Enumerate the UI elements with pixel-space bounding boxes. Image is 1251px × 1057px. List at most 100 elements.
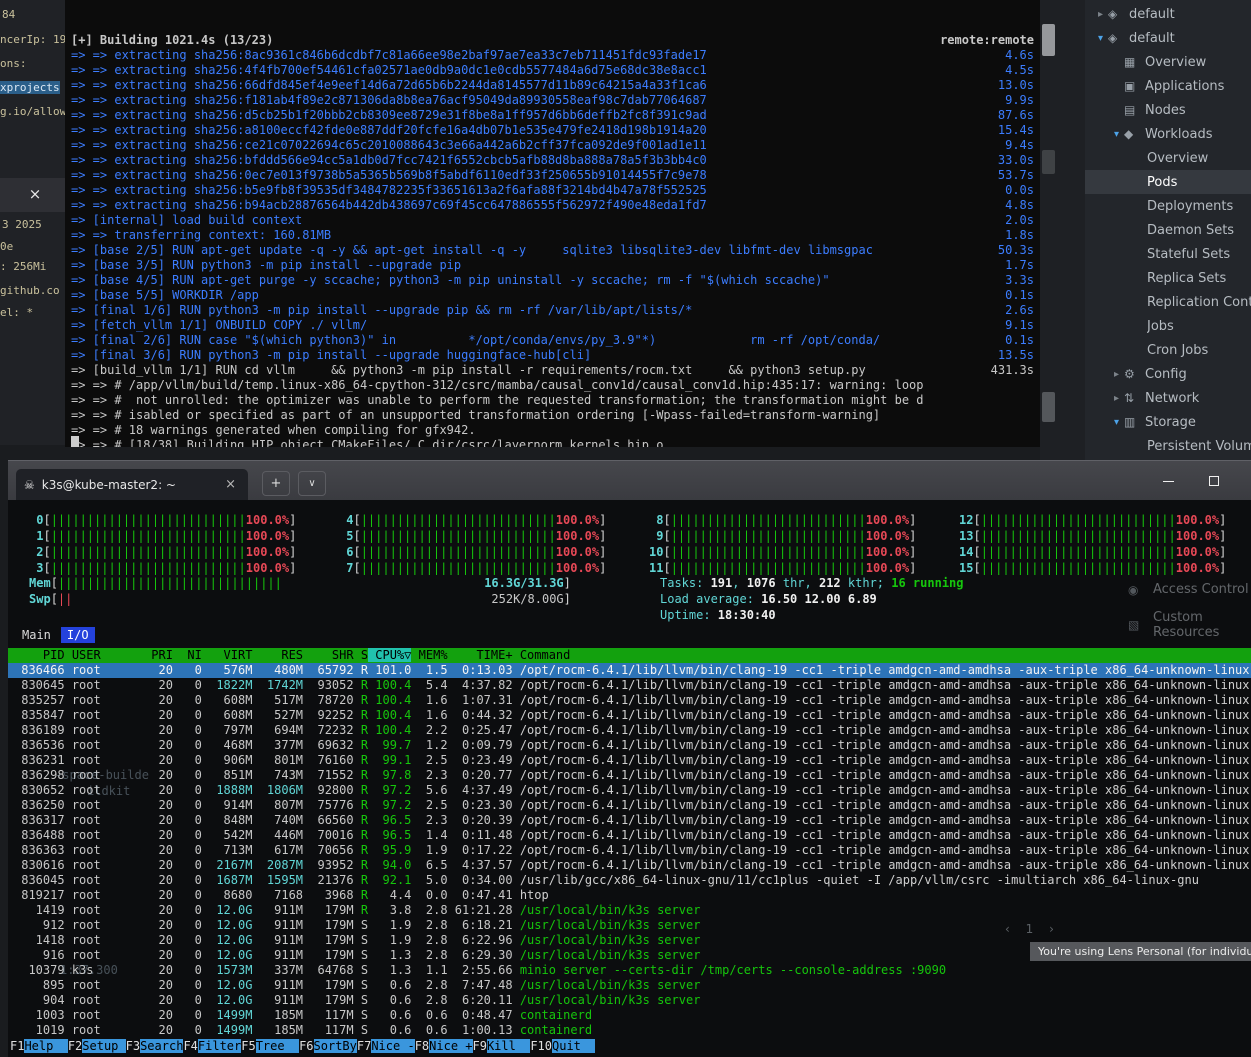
fn-key[interactable]: F8 [415,1039,429,1053]
terminal-tab[interactable]: ☠ k3s@kube-master2: ~ × [16,469,248,500]
chevron-right-icon[interactable]: ▸ [1109,393,1124,404]
fn-label[interactable]: Nice - [371,1039,415,1053]
cpu-meter-0: 0[|||||||||||||||||||||||||||100.0%] [29,513,297,527]
fn-key[interactable]: F6 [299,1039,313,1053]
fn-key[interactable]: F5 [241,1039,255,1053]
fn-key[interactable]: F1 [10,1039,24,1053]
docker-build-terminal[interactable]: [+] Building 1021.4s (13/23) remote:remot… [65,0,1040,447]
terminal-titlebar[interactable]: ☠ k3s@kube-master2: ~ × + ∨ [8,460,1251,500]
maximize-button[interactable] [1197,469,1231,493]
build-log-line: => => # /app/vllm/build/temp.linux-x86_6… [71,378,924,392]
chevron-down-icon[interactable]: ▾ [1093,33,1108,44]
sidebar-item-label: Config [1145,366,1187,382]
process-row[interactable]: 10379 k3s 20 0 1573M 337M 64768 S 1.3 1.… [8,963,1251,978]
sidebar-item-deployments[interactable]: Deployments [1085,194,1251,218]
sidebar-item-pods[interactable]: Pods [1085,170,1251,194]
sidebar-item-label: Cron Jobs [1147,342,1209,358]
sidebar-item-applications[interactable]: ▣ Applications [1085,74,1251,98]
sidebar-item-jobs[interactable]: Jobs [1085,314,1251,338]
fn-key[interactable]: F10 [530,1039,552,1053]
fn-label[interactable]: Filter [197,1039,242,1053]
close-icon[interactable]: × [22,181,48,207]
fn-label[interactable]: Nice + [429,1039,473,1053]
cpu-meter-7: 7[|||||||||||||||||||||||||||100.0%] [339,561,607,575]
process-row[interactable]: 904 root 20 0 12.0G 911M 179M S 0.6 2.8 … [8,993,1251,1008]
process-table-header[interactable]: PID USER PRI NI VIRT RES SHR S CPU%▽ MEM… [8,648,1251,663]
sidebar-item-config[interactable]: ▸ ⚙ Config [1085,362,1251,386]
sidebar-item-default[interactable]: ▸ ◈ default [1085,2,1251,26]
new-tab-button[interactable]: + [262,471,290,496]
fn-label[interactable]: Setup [82,1039,126,1053]
process-row[interactable]: 836298 root 20 0 851M 743M 71552 R 97.8 … [8,768,1251,783]
sidebar-item-label: Replica Sets [1147,270,1227,286]
cpu-meter-13: 13[|||||||||||||||||||||||||||100.0%] [959,529,1227,543]
process-row[interactable]: 836317 root 20 0 848M 740M 66560 R 96.5 … [8,813,1251,828]
process-row[interactable]: 835257 root 20 0 608M 517M 78720 R 100.4… [8,693,1251,708]
process-row[interactable]: 1419 root 20 0 12.0G 911M 179M R 3.8 2.8… [8,903,1251,918]
process-row[interactable]: 830645 root 20 0 1822M 1742M 93052 R 100… [8,678,1251,693]
swap-meter: Swp[|| 252K/8.00G] [29,592,571,606]
sort-column-header[interactable]: CPU%▽ [368,648,412,662]
process-table: 836466 root 20 0 576M 480M 65792 R 101.0… [8,663,1251,1038]
fn-label[interactable]: Quit [552,1039,596,1053]
fn-label[interactable]: Search [140,1039,184,1053]
process-row[interactable]: 830652 root 20 0 1888M 1806M 92800 R 97.… [8,783,1251,798]
process-row[interactable]: 835847 root 20 0 608M 527M 92252 R 100.4… [8,708,1251,723]
process-row[interactable]: 895 root 20 0 12.0G 911M 179M S 0.6 2.8 … [8,978,1251,993]
minimize-button[interactable] [1151,469,1185,493]
sidebar-item-default[interactable]: ▾ ◈ default [1085,26,1251,50]
chevron-right-icon[interactable]: ▸ [1093,9,1108,20]
fn-key[interactable]: F9 [473,1039,487,1053]
process-row[interactable]: 836466 root 20 0 576M 480M 65792 R 101.0… [8,663,1251,678]
build-log-line: => => # isabled or specified as part of … [71,408,881,422]
fn-key[interactable]: F2 [68,1039,82,1053]
process-row[interactable]: 836189 root 20 0 797M 694M 72232 R 100.4… [8,723,1251,738]
process-row[interactable]: 836250 root 20 0 914M 807M 75776 R 97.2 … [8,798,1251,813]
sidebar-item-workloads[interactable]: ▾ ◆ Workloads [1085,122,1251,146]
sidebar-item-overview[interactable]: Overview [1085,146,1251,170]
process-row[interactable]: 836536 root 20 0 468M 377M 69632 R 99.7 … [8,738,1251,753]
sidebar-item-storage[interactable]: ▾ ▥ Storage [1085,410,1251,434]
scrollbar-thumb[interactable] [1042,24,1055,56]
process-row[interactable]: 1003 root 20 0 1499M 185M 117M S 0.6 0.6… [8,1008,1251,1023]
sidebar-item-overview[interactable]: ▦ Overview [1085,50,1251,74]
sidebar-item-cron-jobs[interactable]: Cron Jobs [1085,338,1251,362]
chevron-right-icon[interactable]: ▸ [1109,369,1124,380]
fn-key[interactable]: F3 [126,1039,140,1053]
background-text-fragment: 0e [0,240,14,253]
fn-label[interactable]: Kill [486,1039,531,1053]
process-row[interactable]: 836488 root 20 0 542M 446M 70016 R 96.5 … [8,828,1251,843]
htop-tab-main[interactable]: Main [16,627,57,643]
fn-key[interactable]: F4 [183,1039,197,1053]
build-log-line: => => extracting sha256:4f4fb700ef54461c… [71,63,1034,77]
fn-key[interactable]: F7 [357,1039,371,1053]
config-icon: ⚙ [1124,367,1135,381]
sidebar-item-persistent-volumes[interactable]: Persistent Volumes [1085,434,1251,458]
htop-tab-i-o[interactable]: I/O [60,627,95,643]
background-text-fragment: ncerIp: 19 [0,33,65,46]
sidebar-item-replication-controllers[interactable]: Replication Controllers [1085,290,1251,314]
process-row[interactable]: 912 root 20 0 12.0G 911M 179M S 1.9 2.8 … [8,918,1251,933]
chevron-down-icon[interactable]: ▾ [1109,129,1124,140]
htop-terminal-body[interactable]: 0[|||||||||||||||||||||||||||100.0%] 4[|… [8,500,1251,1057]
process-row[interactable]: 819217 root 20 0 8680 7168 3968 R 4.4 0.… [8,888,1251,903]
bleed-text: -space-builde [55,768,149,782]
tab-close-icon[interactable]: × [221,477,240,492]
chevron-down-icon[interactable]: ▾ [1109,417,1124,428]
process-row[interactable]: 836045 root 20 0 1687M 1595M 21376 R 92.… [8,873,1251,888]
process-row[interactable]: 836231 root 20 0 906M 801M 76160 R 99.1 … [8,753,1251,768]
sidebar-item-daemon-sets[interactable]: Daemon Sets [1085,218,1251,242]
fn-label[interactable]: Tree [255,1039,300,1053]
process-row[interactable]: 836363 root 20 0 713M 617M 70656 R 95.9 … [8,843,1251,858]
scrollbar-thumb[interactable] [1042,150,1055,174]
sidebar-item-stateful-sets[interactable]: Stateful Sets [1085,242,1251,266]
sidebar-item-replica-sets[interactable]: Replica Sets [1085,266,1251,290]
fn-label[interactable]: Help [24,1039,68,1053]
scrollbar-thumb[interactable] [1042,392,1055,422]
process-row[interactable]: 830616 root 20 0 2167M 2087M 93952 R 94.… [8,858,1251,873]
sidebar-item-network[interactable]: ▸ ⇅ Network [1085,386,1251,410]
sidebar-item-nodes[interactable]: ▤ Nodes [1085,98,1251,122]
fn-label[interactable]: SortBy [313,1039,357,1053]
tab-dropdown-button[interactable]: ∨ [298,471,326,496]
process-row[interactable]: 1019 root 20 0 1499M 185M 117M S 0.6 0.6… [8,1023,1251,1038]
